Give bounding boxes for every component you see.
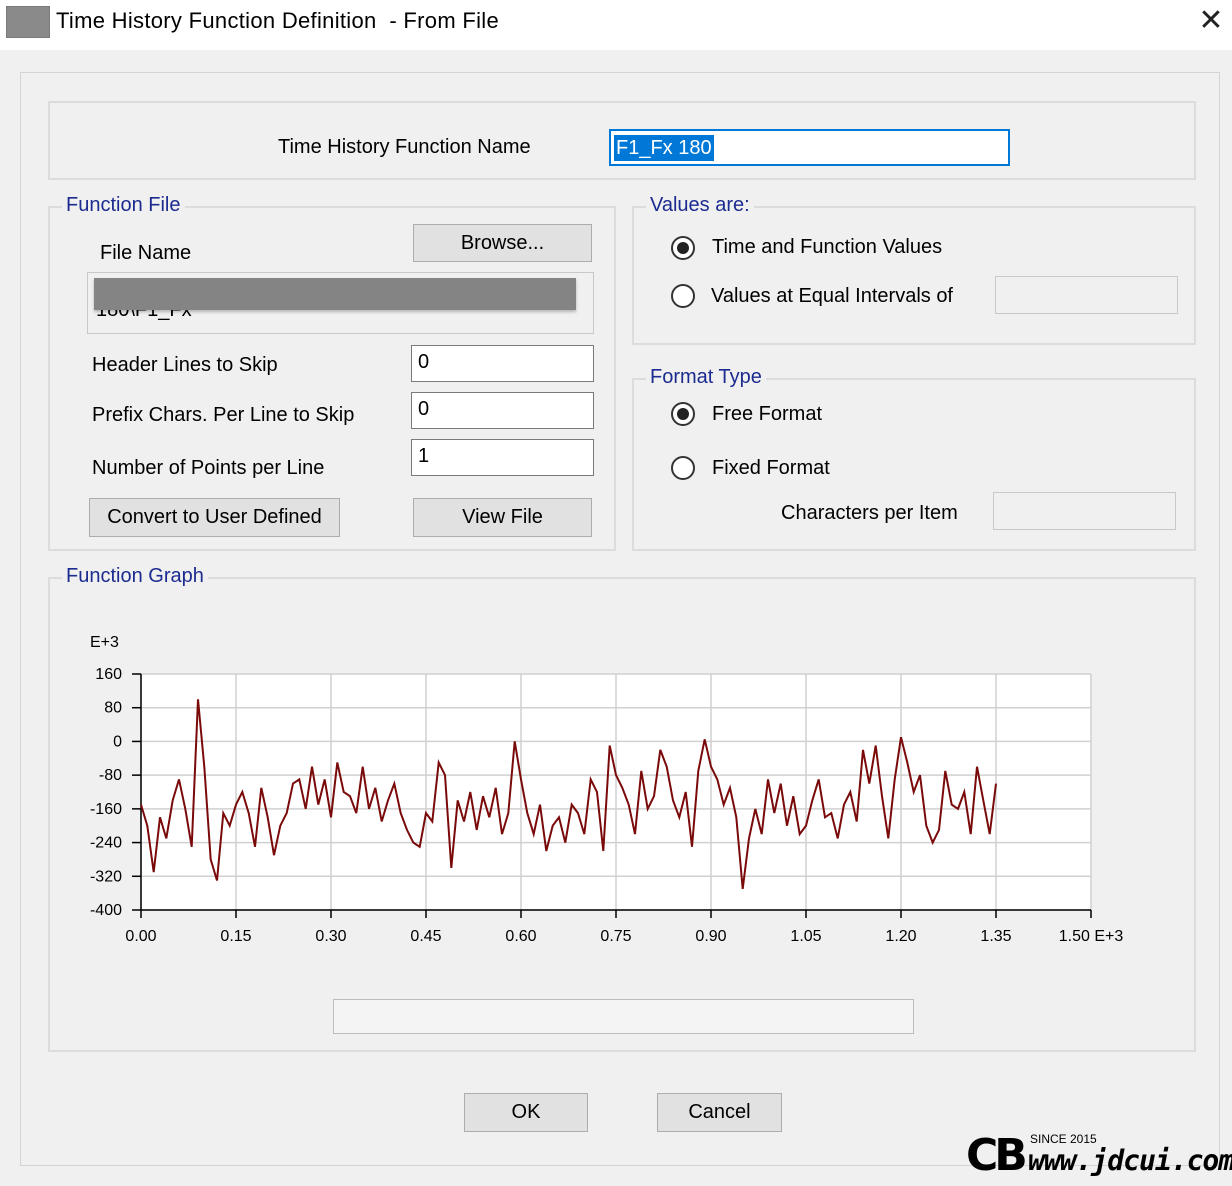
y-exponent-label: E+3 [90,634,119,651]
y-tick-label: 160 [95,666,122,683]
x-tick-label: 0.60 [505,928,536,945]
x-tick-label: 0.15 [220,928,251,945]
x-tick-label: 1.50 E+3 [1059,928,1124,945]
y-tick-label: -240 [90,835,122,852]
x-tick-label: 0.00 [125,928,156,945]
y-tick-label: -400 [90,902,122,919]
y-tick-label: 80 [104,700,122,717]
cancel-button[interactable]: Cancel [657,1093,782,1132]
y-tick-label: 0 [113,733,122,750]
y-tick-label: -80 [99,767,122,784]
x-tick-label: 1.20 [885,928,916,945]
x-tick-label: 1.35 [980,928,1011,945]
ok-button[interactable]: OK [464,1093,588,1132]
watermark: CB SINCE 2015 www.jdcui.com [966,1128,1232,1181]
x-tick-label: 0.90 [695,928,726,945]
x-tick-label: 0.45 [410,928,441,945]
watermark-url: www.jdcui.com [1028,1144,1232,1177]
y-tick-label: -320 [90,868,122,885]
x-tick-label: 1.05 [790,928,821,945]
progress-bar [333,999,914,1034]
x-tick-label: 0.30 [315,928,346,945]
x-tick-label: 0.75 [600,928,631,945]
y-tick-label: -160 [90,801,122,818]
watermark-logo: CB [966,1130,1028,1181]
